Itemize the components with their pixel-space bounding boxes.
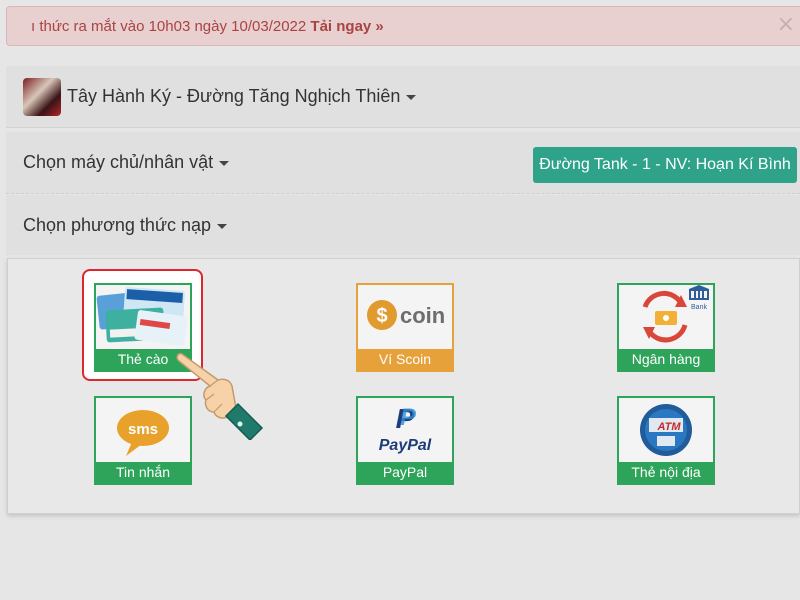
server-selector-row: Chọn máy chủ/nhân vật Đường Tank - 1 - N… xyxy=(6,132,800,194)
scoin-wallet-icon: $ coin xyxy=(358,285,452,349)
paypal-logo-text: PayPal xyxy=(379,437,432,454)
option-label: Tin nhắn xyxy=(96,462,190,483)
payment-method-label: Chọn phương thức nạp xyxy=(23,215,212,235)
option-scoin-wallet[interactable]: $ coin Ví Scoin xyxy=(356,283,454,372)
announcement-text: ı thức ra mắt vào 10h03 ngày 10/03/2022 … xyxy=(31,18,384,35)
bank-icon: Bank xyxy=(619,285,713,349)
chevron-down-icon xyxy=(406,94,417,100)
option-label: Thẻ nội địa xyxy=(619,462,713,483)
download-now-link[interactable]: Tải ngay » xyxy=(310,18,383,35)
option-label: Ví Scoin xyxy=(358,349,452,370)
scratch-card-icon xyxy=(96,285,190,349)
svg-text:$: $ xyxy=(376,305,387,327)
chevron-down-icon xyxy=(217,223,228,229)
sms-logo-text: sms xyxy=(128,421,158,438)
announcement-message: ı thức ra mắt vào 10h03 ngày 10/03/2022 xyxy=(31,18,307,35)
selected-server-button[interactable]: Đường Tank - 1 - NV: Hoạn Kí Bình xyxy=(533,147,797,183)
paypal-icon: P P PayPal xyxy=(358,398,452,462)
atm-logo-text: ATM xyxy=(656,421,681,433)
option-label: Ngân hàng xyxy=(619,349,713,370)
game-logo xyxy=(23,78,61,116)
option-bank[interactable]: Bank Ngân hàng xyxy=(617,283,715,372)
atm-card-icon: ATM xyxy=(619,398,713,462)
game-selector[interactable]: Tây Hành Ký - Đường Tăng Nghịch Thiên xyxy=(6,66,800,128)
bank-badge-text: Bank xyxy=(691,304,707,311)
svg-text:P: P xyxy=(400,404,417,431)
chevron-down-icon xyxy=(219,160,230,166)
option-domestic-card[interactable]: ATM Thẻ nội địa xyxy=(617,396,715,485)
payment-method-dropdown[interactable]: Chọn phương thức nạp xyxy=(23,215,228,236)
scoin-logo-text: coin xyxy=(400,303,445,328)
game-dropdown[interactable]: Tây Hành Ký - Đường Tăng Nghịch Thiên xyxy=(67,86,417,107)
game-title: Tây Hành Ký - Đường Tăng Nghịch Thiên xyxy=(67,86,401,106)
server-label: Chọn máy chủ/nhân vật xyxy=(23,152,214,172)
server-dropdown[interactable]: Chọn máy chủ/nhân vật xyxy=(23,152,230,173)
announcement-banner: ı thức ra mắt vào 10h03 ngày 10/03/2022 … xyxy=(6,6,800,46)
payment-method-row: Chọn phương thức nạp xyxy=(6,195,800,255)
option-paypal[interactable]: P P PayPal PayPal xyxy=(356,396,454,485)
option-label: PayPal xyxy=(358,462,452,483)
pointing-hand-icon xyxy=(176,350,268,442)
close-icon[interactable]: × xyxy=(777,12,795,37)
